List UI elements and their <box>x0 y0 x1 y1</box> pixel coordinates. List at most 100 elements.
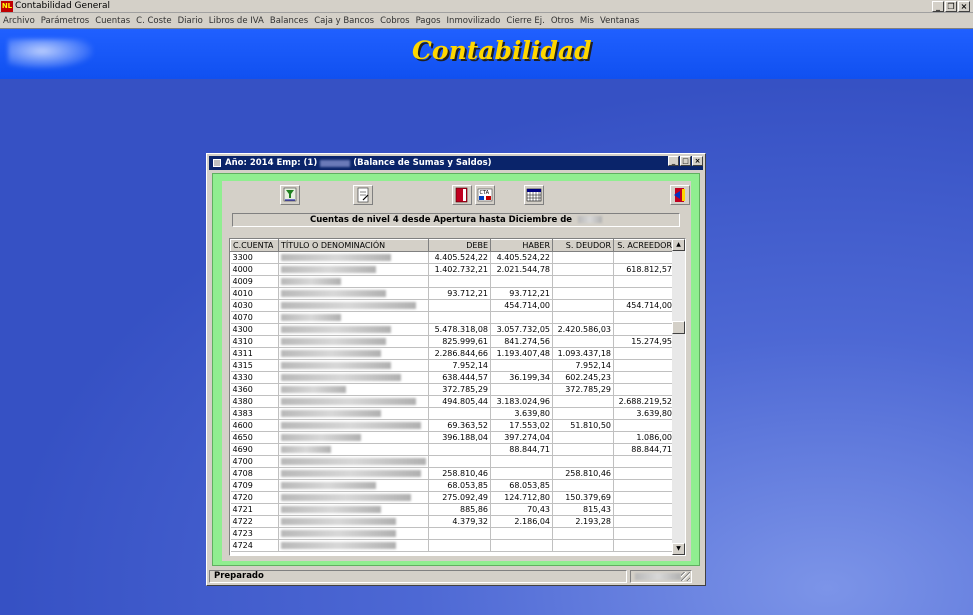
debe-cell: 885,86 <box>428 503 491 516</box>
deudor-cell <box>552 431 614 444</box>
menu-item-otros[interactable]: Otros <box>551 16 574 26</box>
haber-cell <box>490 527 553 540</box>
table-row[interactable]: 4070 <box>230 311 675 324</box>
menu-item-c-coste[interactable]: C. Coste <box>136 16 171 26</box>
account-button[interactable]: CTA <box>475 185 495 205</box>
menu-item-cobros[interactable]: Cobros <box>380 16 409 26</box>
scroll-up-icon[interactable]: ▲ <box>672 239 685 251</box>
menu-item-cuentas[interactable]: Cuentas <box>95 16 130 26</box>
table-row[interactable]: 4650 396.188,04 397.274,04 1.086,00 <box>230 431 675 444</box>
app-logo-icon[interactable]: NL <box>1 0 13 12</box>
table-row[interactable]: 4724 <box>230 539 675 552</box>
table-row[interactable]: 4720 275.092,49 124.712,80 150.379,69 <box>230 491 675 504</box>
table-row[interactable]: 4723 <box>230 527 675 540</box>
close-icon[interactable]: × <box>692 156 703 166</box>
column-header[interactable]: C.CUENTA <box>230 239 279 252</box>
redacted-account-title <box>281 518 396 525</box>
table-row[interactable]: 4009 <box>230 275 675 288</box>
table-row[interactable]: 4000 1.402.732,21 2.021.544,78 618.812,57 <box>230 263 675 276</box>
acreedor-cell <box>613 371 675 384</box>
close-icon[interactable]: × <box>958 1 970 12</box>
vertical-scrollbar[interactable]: ▲ ▼ <box>672 239 685 555</box>
minimize-icon[interactable]: _ <box>668 156 679 166</box>
haber-cell: 68.053,85 <box>490 479 553 492</box>
menu-item-caja-y-bancos[interactable]: Caja y Bancos <box>314 16 374 26</box>
minimize-icon[interactable]: _ <box>932 1 944 12</box>
balance-window-titlebar[interactable]: Año: 2014 Emp: (1) (Balance de Sumas y S… <box>209 156 703 170</box>
acreedor-cell: 1.086,00 <box>613 431 675 444</box>
deudor-cell <box>552 395 614 408</box>
haber-cell: 397.274,04 <box>490 431 553 444</box>
account-title-cell <box>278 419 429 432</box>
haber-cell: 70,43 <box>490 503 553 516</box>
account-code-cell: 4383 <box>230 407 279 420</box>
debe-cell <box>428 443 491 456</box>
column-header[interactable]: TÍTULO O DENOMINACIÓN <box>278 239 429 252</box>
table-row[interactable]: 4311 2.286.844,66 1.193.407,48 1.093.437,18 <box>230 347 675 360</box>
menu-item-libros-de-iva[interactable]: Libros de IVA <box>209 16 264 26</box>
menu-item-mis[interactable]: Mis <box>580 16 594 26</box>
account-title-cell <box>278 503 429 516</box>
menu-item-diario[interactable]: Diario <box>178 16 203 26</box>
table-row[interactable]: 4030 454.714,00 454.714,00 <box>230 299 675 312</box>
table-row[interactable]: 4708 258.810,46 258.810,46 <box>230 467 675 480</box>
account-code-cell: 4310 <box>230 335 279 348</box>
menu-item-ventanas[interactable]: Ventanas <box>600 16 639 26</box>
filter-button[interactable] <box>280 185 300 205</box>
table-row[interactable]: 4700 <box>230 455 675 468</box>
table-row[interactable]: 4330 638.444,57 36.199,34 602.245,23 <box>230 371 675 384</box>
account-code-cell: 4311 <box>230 347 279 360</box>
column-header[interactable]: DEBE <box>428 239 491 252</box>
table-row[interactable]: 4360 372.785,29 372.785,29 <box>230 383 675 396</box>
table-row[interactable]: 4315 7.952,14 7.952,14 <box>230 359 675 372</box>
table-row[interactable]: 4709 68.053,85 68.053,85 <box>230 479 675 492</box>
close-window-button[interactable] <box>670 185 690 205</box>
table-row[interactable]: 4721 885,86 70,43 815,43 <box>230 503 675 516</box>
deudor-cell: 51.810,50 <box>552 419 614 432</box>
haber-cell: 454.714,00 <box>490 299 553 312</box>
deudor-cell <box>552 407 614 420</box>
column-header[interactable]: S. DEUDOR <box>552 239 614 252</box>
balance-grid[interactable]: C.CUENTA TÍTULO O DENOMINACIÓN DEBE HABER S.… <box>229 238 686 556</box>
menu-item-pagos[interactable]: Pagos <box>416 16 441 26</box>
column-header[interactable]: HABER <box>490 239 553 252</box>
maximize-icon[interactable]: □ <box>680 156 691 166</box>
deudor-cell <box>552 479 614 492</box>
redacted-account-title <box>281 422 421 429</box>
menu-item-par-metros[interactable]: Parámetros <box>41 16 89 26</box>
edit-button[interactable] <box>353 185 373 205</box>
table-row[interactable]: 4380 494.805,44 3.183.024,96 2.688.219,52 <box>230 395 675 408</box>
deudor-cell: 372.785,29 <box>552 383 614 396</box>
haber-cell <box>490 359 553 372</box>
menu-item-cierre-ej-[interactable]: Cierre Ej. <box>506 16 545 26</box>
menu-item-inmovilizado[interactable]: Inmovilizado <box>447 16 501 26</box>
exit-button[interactable] <box>452 185 472 205</box>
debe-cell: 396.188,04 <box>428 431 491 444</box>
table-row[interactable]: 4722 4.379,32 2.186,04 2.193,28 <box>230 515 675 528</box>
table-row[interactable]: 4310 825.999,61 841.274,56 15.274,95 <box>230 335 675 348</box>
table-row[interactable]: 4300 5.478.318,08 3.057.732,05 2.420.586,03 <box>230 323 675 336</box>
svg-text:CTA: CTA <box>480 190 490 196</box>
status-bar: Preparado <box>209 569 703 583</box>
table-row[interactable]: 4010 93.712,21 93.712,21 <box>230 287 675 300</box>
column-header[interactable]: S. ACREEDOR <box>613 239 675 252</box>
scroll-thumb[interactable] <box>672 321 685 334</box>
account-code-cell: 4709 <box>230 479 279 492</box>
restore-icon[interactable]: ❐ <box>945 1 957 12</box>
acreedor-cell <box>613 251 675 264</box>
haber-cell: 36.199,34 <box>490 371 553 384</box>
account-title-cell <box>278 251 429 264</box>
table-row[interactable]: 3300 4.405.524,22 4.405.524,22 <box>230 251 675 264</box>
table-row[interactable]: 4600 69.363,52 17.553,02 51.810,50 <box>230 419 675 432</box>
redacted-account-title <box>281 362 391 369</box>
resize-grip-icon[interactable] <box>681 571 690 581</box>
table-row[interactable]: 4690 88.844,71 88.844,71 <box>230 443 675 456</box>
close-exit-icon <box>671 188 689 207</box>
table-row[interactable]: 4383 3.639,80 3.639,80 <box>230 407 675 420</box>
scroll-down-icon[interactable]: ▼ <box>672 543 685 555</box>
acreedor-cell <box>613 479 675 492</box>
menu-item-balances[interactable]: Balances <box>270 16 308 26</box>
calendar-button[interactable] <box>524 185 544 205</box>
acreedor-cell <box>613 383 675 396</box>
menu-item-archivo[interactable]: Archivo <box>3 16 35 26</box>
